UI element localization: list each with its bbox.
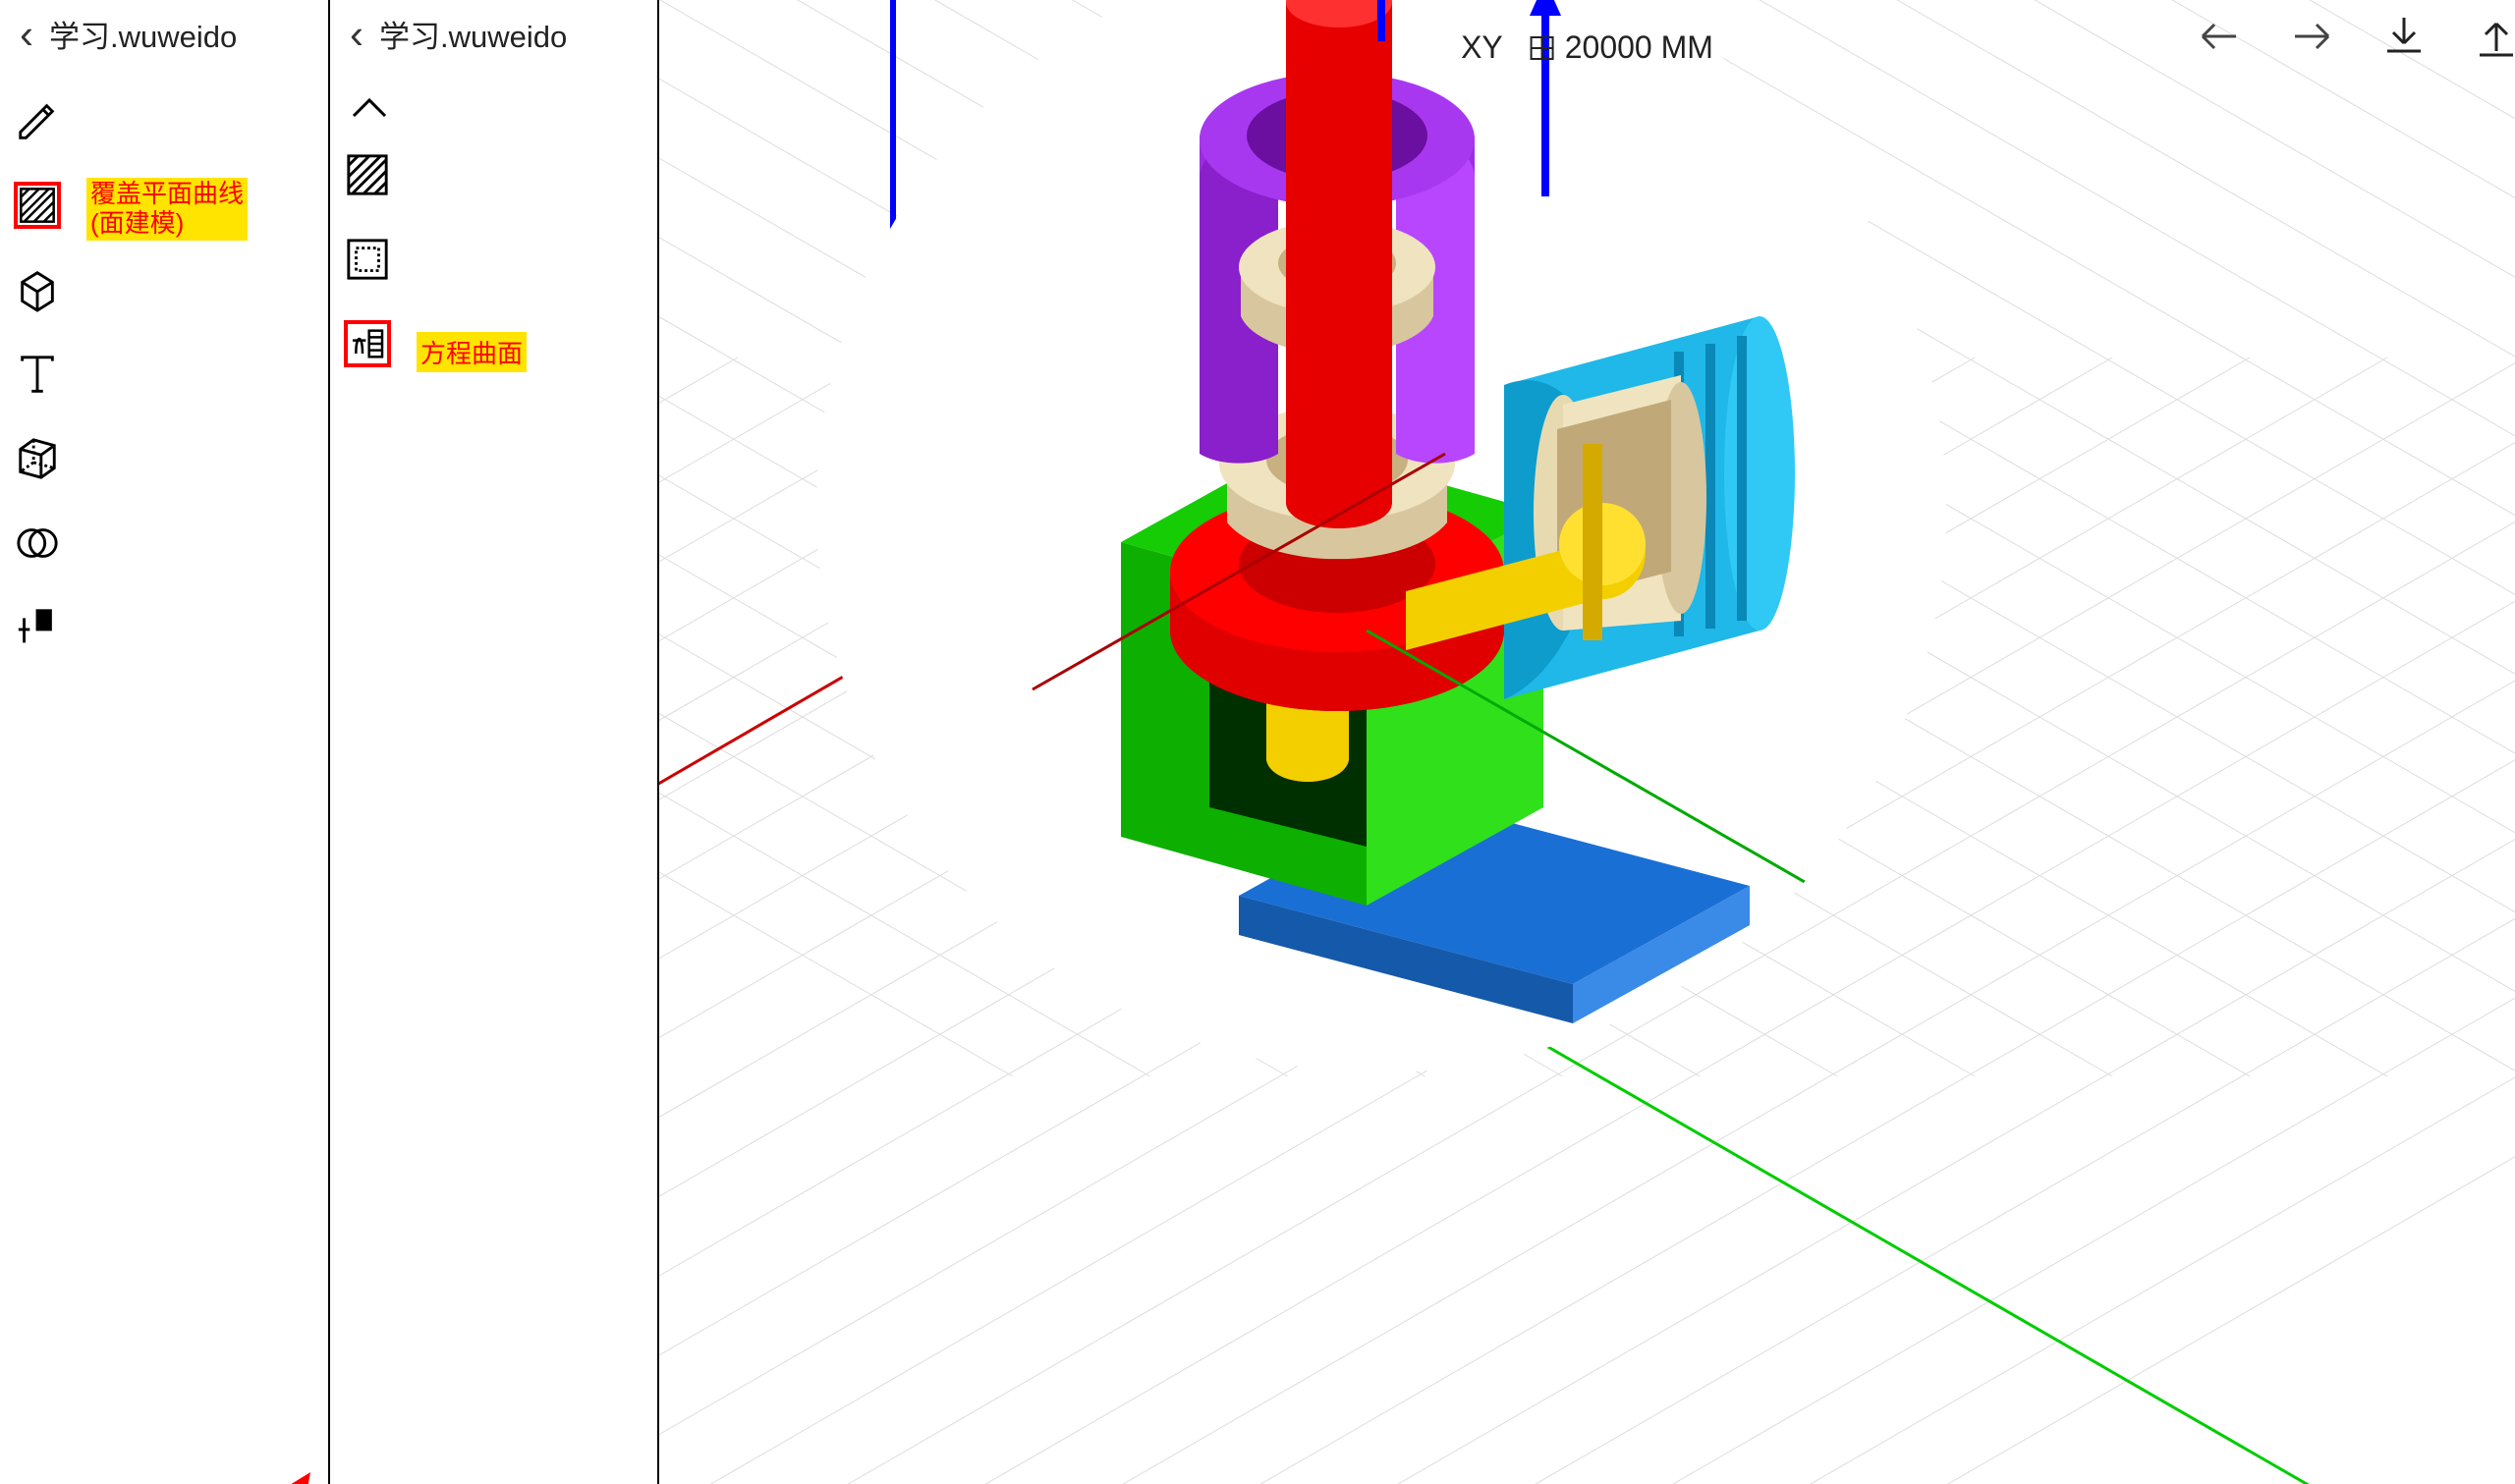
status-plane: XY <box>1461 29 1502 65</box>
annot-line2: (面建模) <box>90 208 184 238</box>
breadcrumb-2: 学习.wuweido <box>379 12 567 56</box>
boolean-icon[interactable] <box>14 520 61 567</box>
align-icon[interactable] <box>14 604 61 651</box>
nav-forward-icon[interactable] <box>2287 12 2336 66</box>
red-cylinder <box>1286 0 1392 528</box>
function-surface-icon[interactable]: 方程曲面 <box>344 320 391 367</box>
cube-icon[interactable] <box>14 266 61 313</box>
wire-cube-icon[interactable] <box>14 435 61 482</box>
toolbox-panel-1: ‹ 学习.wuweido 覆盖平面曲线 (面建模) <box>0 0 330 1484</box>
red-arrowhead-icon <box>0 1439 33 1484</box>
panel2-tools: 方程曲面 <box>330 132 657 367</box>
nav-back-icon[interactable] <box>2195 12 2244 66</box>
annot-line1: 覆盖平面曲线 <box>90 179 244 208</box>
pencil-icon[interactable] <box>14 97 61 144</box>
status-grid-value: 20000 MM <box>1565 29 1713 65</box>
breadcrumb-1: 学习.wuweido <box>49 12 237 56</box>
dotted-square-icon[interactable] <box>344 236 391 283</box>
upload-icon[interactable] <box>2472 12 2515 66</box>
app-root: ‹ 学习.wuweido 覆盖平面曲线 (面建模) <box>0 0 2515 1484</box>
panel1-tools: 覆盖平面曲线 (面建模) <box>0 68 328 651</box>
panel1-header: ‹ 学习.wuweido <box>0 0 328 68</box>
download-icon[interactable] <box>2379 12 2429 66</box>
collapse-up-icon[interactable] <box>330 68 657 132</box>
status-bar: XY 20000 MM <box>1461 29 1713 66</box>
toolbox-panel-2: ‹ 学习.wuweido 方程曲面 <box>330 0 659 1484</box>
panel2-header: ‹ 学习.wuweido <box>330 0 657 68</box>
hatch-square-icon[interactable]: 覆盖平面曲线 (面建模) <box>14 182 61 229</box>
top-nav <box>2195 12 2505 66</box>
red-arrowhead-icon <box>285 1439 363 1484</box>
grid-size-icon <box>1529 34 1556 62</box>
annotation-equation-surface: 方程曲面 <box>417 332 527 372</box>
annotation-cover-curve: 覆盖平面曲线 (面建模) <box>86 178 248 241</box>
text-tool-icon[interactable] <box>14 351 61 398</box>
back-chevron-icon[interactable]: ‹ <box>350 14 363 55</box>
hatch-square-icon[interactable] <box>344 151 391 198</box>
viewport-3d[interactable]: XY 20000 MM <box>659 0 2515 1484</box>
back-chevron-icon[interactable]: ‹ <box>20 14 33 55</box>
